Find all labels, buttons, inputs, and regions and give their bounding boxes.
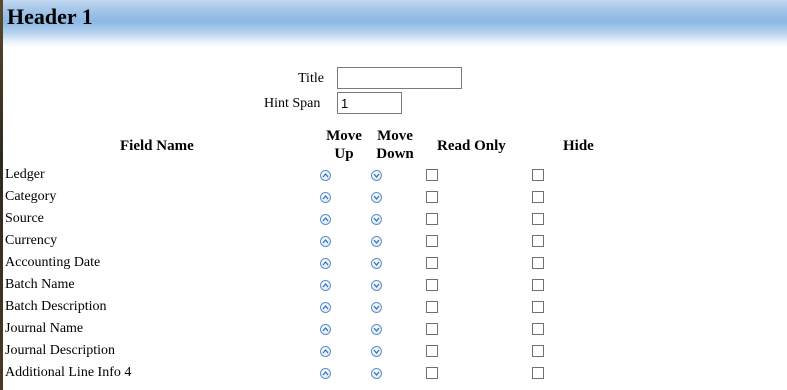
hide-checkbox[interactable]: [532, 279, 544, 291]
move-up-icon[interactable]: [320, 258, 331, 269]
read-only-checkbox[interactable]: [426, 279, 438, 291]
column-header-read-only: Read Only: [437, 138, 506, 154]
field-name-label: Ledger: [5, 167, 45, 182]
read-only-checkbox[interactable]: [426, 169, 438, 181]
field-row: Journal Name: [0, 319, 787, 341]
move-down-icon[interactable]: [371, 236, 382, 247]
field-row: Accounting Date: [0, 253, 787, 275]
read-only-checkbox[interactable]: [426, 345, 438, 357]
move-up-icon[interactable]: [320, 192, 331, 203]
hide-checkbox[interactable]: [532, 169, 544, 181]
read-only-checkbox[interactable]: [426, 301, 438, 313]
field-row: Batch Name: [0, 275, 787, 297]
move-up-icon[interactable]: [320, 324, 331, 335]
column-header-move-up: Move Up: [322, 127, 366, 163]
field-row: Currency: [0, 231, 787, 253]
move-up-header-line2: Up: [334, 146, 354, 162]
field-name-label: Journal Name: [5, 321, 84, 336]
hide-checkbox[interactable]: [532, 213, 544, 225]
field-name-label: Journal Description: [5, 343, 116, 358]
hide-checkbox[interactable]: [532, 301, 544, 313]
field-name-label: Source: [5, 211, 44, 226]
move-down-header-line1: Move: [377, 128, 413, 144]
field-name-label: Additional Line Info 4: [5, 365, 132, 380]
field-name-label: Batch Name: [5, 277, 75, 292]
field-row: Ledger: [0, 165, 787, 187]
move-down-icon[interactable]: [371, 214, 382, 225]
move-down-icon[interactable]: [371, 258, 382, 269]
field-row: Journal Description: [0, 341, 787, 363]
field-name-label: Batch Description: [5, 299, 107, 314]
move-up-icon[interactable]: [320, 346, 331, 357]
field-name-label: Currency: [5, 233, 58, 248]
read-only-checkbox[interactable]: [426, 191, 438, 203]
hint-span-input[interactable]: [337, 92, 402, 114]
move-up-icon[interactable]: [320, 368, 331, 379]
hide-checkbox[interactable]: [532, 323, 544, 335]
column-header-hide: Hide: [563, 138, 594, 154]
move-down-icon[interactable]: [371, 192, 382, 203]
move-down-icon[interactable]: [371, 324, 382, 335]
move-up-icon[interactable]: [320, 170, 331, 181]
move-down-icon[interactable]: [371, 170, 382, 181]
move-up-icon[interactable]: [320, 280, 331, 291]
field-row: Category: [0, 187, 787, 209]
hide-checkbox[interactable]: [532, 235, 544, 247]
field-name-label: Category: [5, 189, 57, 204]
title-input[interactable]: [337, 67, 462, 89]
move-down-icon[interactable]: [371, 368, 382, 379]
title-label: Title: [298, 71, 324, 86]
move-down-icon[interactable]: [371, 346, 382, 357]
move-up-header-line1: Move: [326, 128, 362, 144]
move-up-icon[interactable]: [320, 236, 331, 247]
field-row: Batch Description: [0, 297, 787, 319]
hide-checkbox[interactable]: [532, 257, 544, 269]
read-only-checkbox[interactable]: [426, 213, 438, 225]
read-only-checkbox[interactable]: [426, 323, 438, 335]
read-only-checkbox[interactable]: [426, 235, 438, 247]
read-only-checkbox[interactable]: [426, 367, 438, 379]
field-name-label: Accounting Date: [5, 255, 101, 270]
hide-checkbox[interactable]: [532, 367, 544, 379]
header-bar: Header 1: [3, 0, 787, 47]
column-header-move-down: Move Down: [373, 127, 417, 163]
read-only-checkbox[interactable]: [426, 257, 438, 269]
field-row: Source: [0, 209, 787, 231]
hide-checkbox[interactable]: [532, 191, 544, 203]
move-up-icon[interactable]: [320, 214, 331, 225]
move-down-header-line2: Down: [376, 146, 414, 162]
hide-checkbox[interactable]: [532, 345, 544, 357]
column-header-field-name: Field Name: [120, 138, 194, 154]
move-up-icon[interactable]: [320, 302, 331, 313]
header-title: Header 1: [7, 4, 93, 29]
move-down-icon[interactable]: [371, 302, 382, 313]
hint-span-label: Hint Span: [264, 96, 321, 111]
field-row: Additional Line Info 4: [0, 363, 787, 385]
move-down-icon[interactable]: [371, 280, 382, 291]
